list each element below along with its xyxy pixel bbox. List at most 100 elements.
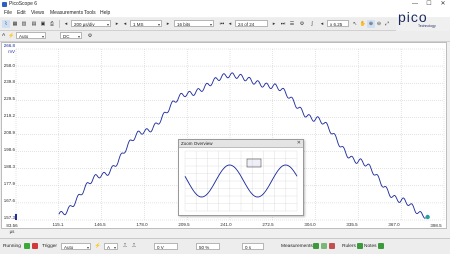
rising-edge-icon[interactable]: ⎍: [121, 242, 129, 250]
trigger-source-select[interactable]: A ▾: [104, 243, 118, 250]
channel-a-offset-marker: [15, 214, 17, 220]
x-tick-label: 241.0: [220, 222, 232, 227]
buffer-position-field[interactable]: 24 of 24: [235, 20, 268, 27]
x-unit-label: µs: [9, 229, 15, 234]
menu-edit[interactable]: Edit: [17, 10, 26, 16]
post-trigger-delay-field[interactable]: 0 s: [242, 243, 264, 250]
add-measurement-icon[interactable]: [313, 243, 319, 249]
channel-label: A: [2, 33, 6, 38]
falling-edge-icon[interactable]: ⎍: [130, 242, 138, 250]
samples-up-icon[interactable]: ▸: [164, 20, 172, 28]
chevron-down-icon: ▾: [209, 22, 212, 27]
coupling-select[interactable]: DC ▾: [60, 32, 82, 39]
measurements-label[interactable]: Measurements: [281, 243, 313, 250]
window-title: PicoScope 6: [9, 1, 38, 7]
y-tick-label: 219.2: [3, 113, 15, 118]
chevron-down-icon: ▾: [106, 22, 109, 27]
toolbar-separator: [59, 20, 60, 28]
x-tick-label: 272.5: [262, 222, 274, 227]
notes-label[interactable]: Notes: [364, 243, 377, 250]
timebase-up-icon[interactable]: ▸: [113, 20, 121, 28]
close-button[interactable]: ✕: [436, 0, 450, 9]
y-top-label: 266.8: [3, 43, 15, 48]
y-tick-label: 167.6: [3, 198, 15, 203]
pretrigger-field[interactable]: 50 %: [196, 243, 220, 250]
chevron-down-icon: ▾: [86, 245, 89, 250]
math-channel-icon[interactable]: ∫: [308, 20, 316, 28]
samples-select[interactable]: 1 MS ▾: [130, 20, 162, 27]
y-tick-label: 157.3: [3, 215, 15, 220]
range-select[interactable]: Auto ▾: [16, 32, 46, 39]
zoom-out-icon[interactable]: ⊖: [375, 20, 383, 28]
title-bar: PicoScope 6 — ☐ ✕: [0, 0, 450, 9]
trigger-mode-select[interactable]: Auto ▾: [61, 243, 91, 250]
status-bar: Running Trigger Auto ▾ ⚡ A ▾ ⎍ ⎍ 0 V 50 % …: [0, 238, 450, 254]
zoom-window-rect: [246, 158, 262, 168]
capture-toolbar: ⌇ ▦ ▥ ▤ ▣ ⎙ ◂ 200 µs/div ▾ ▸ ◂ 1 MS ▾ ▸ 16…: [0, 18, 396, 31]
run-button[interactable]: [24, 243, 30, 249]
trigger-level-field[interactable]: 0 V: [154, 243, 178, 250]
zoom-factor-field[interactable]: x 6.25: [327, 20, 349, 27]
x-tick-label: 209.5: [178, 222, 190, 227]
channel-options-icon[interactable]: ⚙: [298, 20, 306, 28]
menu-tools[interactable]: Tools: [84, 10, 96, 16]
print-icon[interactable]: ⎙: [48, 20, 56, 28]
zoom-overview-panel[interactable]: Zoom Overview ✕: [178, 139, 304, 216]
buffer-next-icon[interactable]: ▸: [270, 20, 278, 28]
zoom-overview-title: Zoom Overview: [181, 141, 213, 146]
rulers-label[interactable]: Rulers: [342, 243, 356, 250]
x-right-label: 398.5: [430, 223, 442, 228]
logo-subtext: Technology: [418, 24, 436, 28]
pico-logo: pico Technology: [396, 9, 450, 31]
run-state-label: Running: [3, 244, 21, 249]
menu-views[interactable]: Views: [31, 10, 44, 16]
timebase-down-icon[interactable]: ◂: [62, 20, 70, 28]
edit-measurement-icon[interactable]: [321, 243, 327, 249]
samples-down-icon[interactable]: ◂: [121, 20, 129, 28]
delete-measurement-icon[interactable]: [329, 243, 335, 249]
hand-tool-icon[interactable]: ✋: [359, 20, 367, 28]
open-file-icon[interactable]: ▤: [30, 20, 38, 28]
menu-help[interactable]: Help: [100, 10, 110, 16]
app-icon: [2, 2, 7, 7]
save-icon[interactable]: ▣: [39, 20, 47, 28]
channel-toolbar: A ⚡ Auto ▾ DC ▾ ⚙: [0, 31, 450, 42]
zoom-fit-icon[interactable]: ⤢: [383, 20, 391, 28]
y-tick-label: 239.8: [3, 79, 15, 84]
x-tick-label: 335.5: [346, 222, 358, 227]
chevron-down-icon: ▾: [113, 245, 116, 250]
zoom-reset-down-icon[interactable]: ◂: [318, 20, 326, 28]
resolution-select[interactable]: 16 bits ▾: [174, 20, 214, 27]
zoom-overview-header[interactable]: Zoom Overview ✕: [179, 140, 303, 148]
channel-settings-icon[interactable]: ⚙: [86, 32, 94, 40]
menu-measurements[interactable]: Measurements: [50, 10, 83, 16]
buffer-first-icon[interactable]: ⏮: [218, 20, 226, 28]
x-tick-label: 178.0: [136, 222, 148, 227]
trigger-channel-icon[interactable]: ⚡: [94, 242, 102, 250]
x-tick-label: 115.1: [52, 222, 64, 227]
close-icon[interactable]: ✕: [297, 140, 301, 147]
maximize-button[interactable]: ☐: [422, 0, 436, 9]
logo-text: pico: [398, 9, 428, 25]
minimize-button[interactable]: —: [408, 0, 422, 9]
y-tick-label: 198.6: [3, 147, 15, 152]
buffer-overview-icon[interactable]: ☰: [288, 20, 296, 28]
zoom-in-icon[interactable]: ⊕: [367, 20, 375, 28]
persistence-mode-icon[interactable]: ▦: [11, 20, 19, 28]
y-tick-label: 229.5: [3, 96, 15, 101]
pointer-tool-icon[interactable]: ↖: [351, 20, 359, 28]
timebase-select[interactable]: 200 µs/div ▾: [71, 20, 111, 27]
scope-mode-icon[interactable]: ⌇: [2, 20, 10, 28]
stop-button[interactable]: [32, 243, 38, 249]
spectrum-mode-icon[interactable]: ▥: [20, 20, 28, 28]
buffer-prev-icon[interactable]: ◂: [226, 20, 234, 28]
menu-file[interactable]: File: [4, 10, 12, 16]
y-unit-label: mV: [8, 49, 15, 54]
menu-bar: File Edit Views Measurements Tools Help: [0, 9, 450, 17]
channel-a-icon[interactable]: ⚡: [8, 32, 14, 40]
notes-icon[interactable]: [378, 243, 384, 249]
buffer-last-icon[interactable]: ⏭: [279, 20, 287, 28]
chevron-down-icon: ▾: [77, 34, 80, 39]
rulers-icon[interactable]: [357, 243, 363, 249]
x-tick-label: 304.0: [304, 222, 316, 227]
